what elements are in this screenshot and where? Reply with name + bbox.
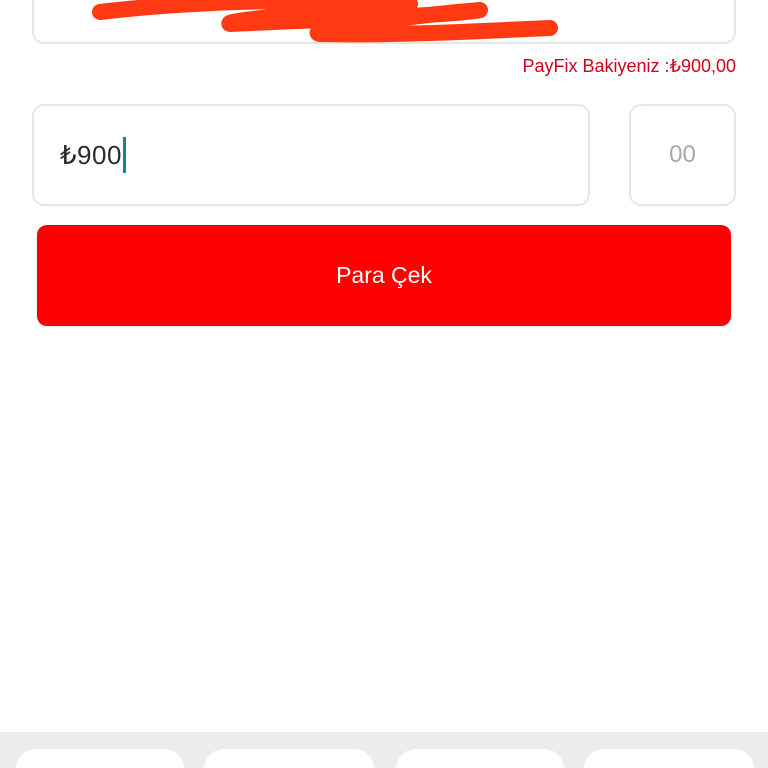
quick-amount-chip[interactable] (396, 749, 564, 768)
quick-amount-chip[interactable] (204, 749, 374, 768)
text-caret (122, 137, 126, 173)
cents-input[interactable]: 00 (629, 104, 736, 206)
quick-amount-chip[interactable] (16, 749, 184, 768)
balance-label: PayFix Bakiyeniz :₺900,00 (522, 56, 736, 76)
withdraw-button[interactable]: Para Çek (37, 225, 731, 326)
withdraw-screen: PayFix Bakiyeniz :₺900,00 ₺900 00 Para Ç… (0, 0, 768, 768)
amount-value: ₺900 (60, 139, 122, 170)
quick-amount-chip[interactable] (584, 749, 754, 768)
redaction-scribble (92, 0, 558, 43)
amount-input[interactable]: ₺900 (32, 104, 590, 206)
cents-placeholder: 00 (669, 141, 696, 168)
withdraw-button-label: Para Çek (336, 262, 432, 288)
